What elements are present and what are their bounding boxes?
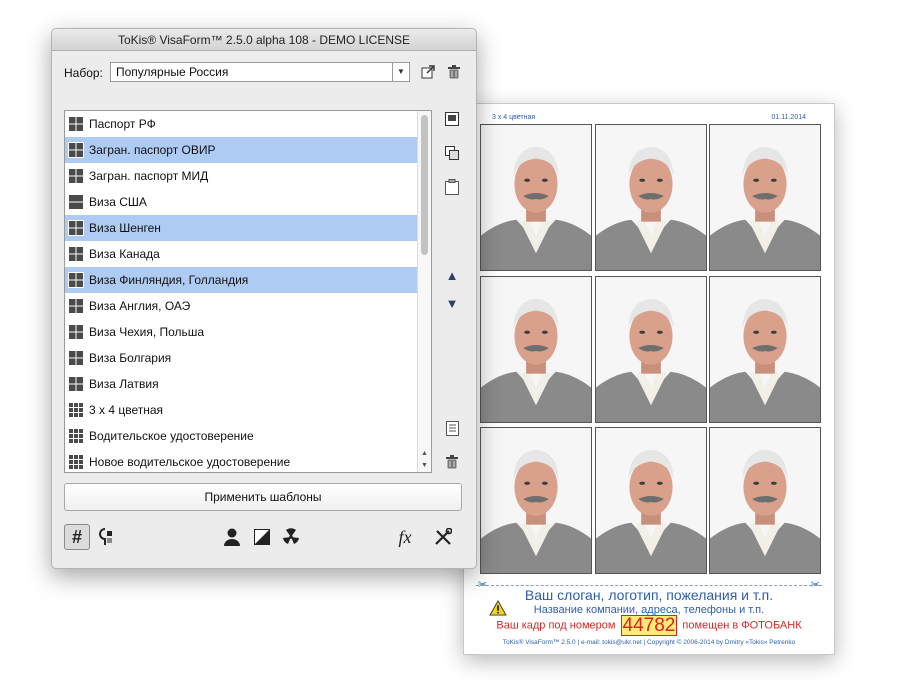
contrast-icon[interactable]: [252, 524, 272, 550]
screen: 3 х 4 цветная 01.11.2014 ✂ ✂ Ваш слоган,…: [0, 0, 900, 693]
template-list[interactable]: Паспорт РФ Загран. паспорт ОВИР Загран. па…: [64, 110, 432, 473]
passport-photo: [709, 427, 821, 574]
template-row[interactable]: Загран. паспорт ОВИР: [65, 137, 431, 163]
template-row[interactable]: Виза Чехия, Польша: [65, 319, 431, 345]
template-row[interactable]: Новое водительское удостоверение: [65, 449, 431, 472]
template-row[interactable]: Виза Англия, ОАЭ: [65, 293, 431, 319]
flip-portrait-icon[interactable]: [96, 524, 116, 550]
apply-templates-button[interactable]: Применить шаблоны: [64, 483, 462, 511]
template-label: 3 х 4 цветная: [89, 403, 164, 417]
frame-number-line: Ваш кадр под номером 44782 помещен в ФОТ…: [464, 615, 834, 636]
grid-hash-icon[interactable]: #: [64, 524, 90, 550]
template-label: Виза Шенген: [89, 221, 161, 235]
trash-icon[interactable]: [444, 454, 460, 470]
template-row[interactable]: 3 х 4 цветная: [65, 397, 431, 423]
template-label: Виза Латвия: [89, 377, 159, 391]
scroll-thumb[interactable]: [421, 115, 428, 255]
template-label: Виза Финляндия, Голландия: [89, 273, 249, 287]
template-label: Новое водительское удостоверение: [89, 455, 291, 469]
list-scrollbar[interactable]: ▲ ▼: [417, 111, 431, 472]
save-set-icon[interactable]: [420, 64, 436, 80]
single-layout-icon[interactable]: [444, 111, 460, 127]
template-label: Виза США: [89, 195, 147, 209]
clear-list-icon[interactable]: [444, 420, 460, 436]
sheet-footer: ToKis® VisaForm™ 2.5.0 | e-mail: tokis@u…: [502, 639, 796, 646]
fx-icon[interactable]: fx: [392, 524, 418, 550]
copy-template-icon[interactable]: [444, 145, 460, 161]
frame-text-after: помещен в ФОТОБАНК: [682, 619, 802, 632]
window-title: ToKis® VisaForm™ 2.5.0 alpha 108 - DEMO …: [52, 29, 476, 51]
passport-photo: [594, 124, 707, 271]
template-label: Загран. паспорт ОВИР: [89, 143, 216, 157]
move-down-icon[interactable]: ▼: [444, 295, 460, 311]
template-label: Виза Канада: [89, 247, 160, 261]
scroll-down-arrow[interactable]: ▼: [418, 460, 431, 472]
template-row[interactable]: Виза Финляндия, Голландия: [65, 267, 431, 293]
template-row[interactable]: Виза США: [65, 189, 431, 215]
passport-photo: [709, 275, 821, 423]
template-row[interactable]: Водительское удостоверение: [65, 423, 431, 449]
print-preview-sheet: 3 х 4 цветная 01.11.2014 ✂ ✂ Ваш слоган,…: [463, 103, 835, 655]
template-label: Виза Англия, ОАЭ: [89, 299, 191, 313]
set-label: Набор:: [64, 66, 103, 80]
paste-template-icon[interactable]: [444, 179, 460, 195]
trash-icon[interactable]: [446, 64, 462, 80]
template-row[interactable]: Виза Латвия: [65, 371, 431, 397]
chevron-down-icon[interactable]: ▼: [392, 63, 409, 81]
visaform-panel: ToKis® VisaForm™ 2.5.0 alpha 108 - DEMO …: [51, 28, 477, 569]
radiation-icon[interactable]: [280, 524, 302, 550]
passport-photo: [594, 427, 707, 574]
template-label: Водительское удостоверение: [89, 429, 254, 443]
template-row[interactable]: Виза Шенген: [65, 215, 431, 241]
passport-photo: [480, 124, 592, 271]
tools-icon[interactable]: [432, 524, 454, 550]
template-row[interactable]: Паспорт РФ: [65, 111, 431, 137]
template-row[interactable]: Виза Канада: [65, 241, 431, 267]
passport-photo: [480, 275, 592, 423]
move-up-icon[interactable]: ▲: [444, 267, 460, 283]
template-label: Загран. паспорт МИД: [89, 169, 209, 183]
template-label: Виза Болгария: [89, 351, 172, 365]
set-dropdown-value: Популярные Россия: [116, 65, 229, 79]
sheet-date: 01.11.2014: [771, 114, 806, 121]
passport-photo: [594, 275, 707, 423]
template-row[interactable]: Загран. паспорт МИД: [65, 163, 431, 189]
cut-line: [476, 585, 822, 586]
template-row[interactable]: Виза Болгария: [65, 345, 431, 371]
set-dropdown[interactable]: Популярные Россия ▼: [110, 62, 410, 82]
template-label: Виза Чехия, Польша: [89, 325, 205, 339]
person-icon[interactable]: [222, 524, 242, 550]
passport-photo: [709, 124, 821, 271]
sheet-format-label: 3 х 4 цветная: [492, 114, 536, 121]
sheet-header: 3 х 4 цветная 01.11.2014: [492, 114, 806, 124]
slogan-text: Ваш слоган, логотип, пожелания и т.п.: [524, 587, 774, 603]
frame-number: 44782: [620, 615, 678, 636]
template-label: Паспорт РФ: [89, 117, 156, 131]
passport-photo: [480, 427, 592, 574]
frame-text-before: Ваш кадр под номером: [496, 619, 616, 632]
scroll-up-arrow[interactable]: ▲: [418, 448, 431, 460]
